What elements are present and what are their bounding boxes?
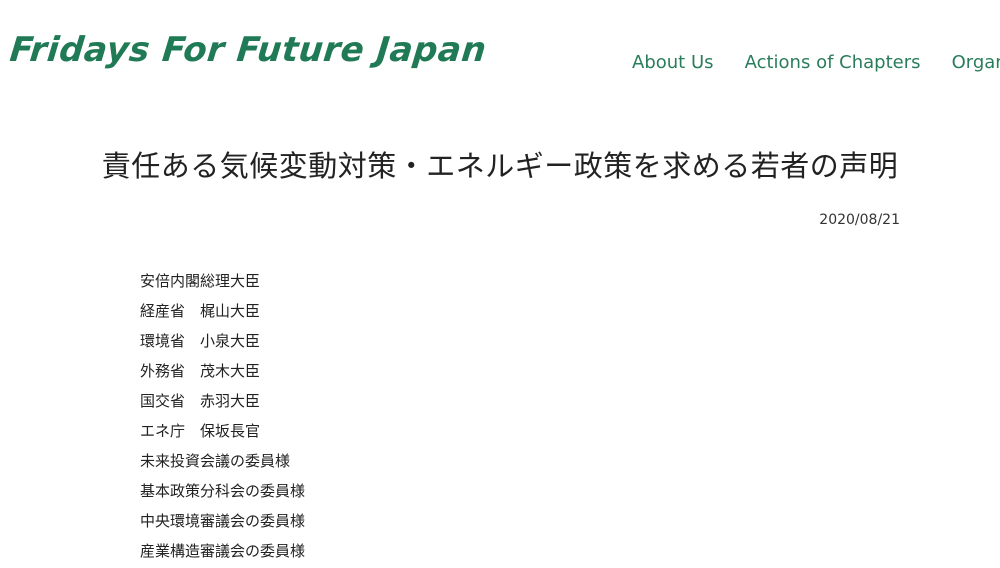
list-item: 外務省 茂木大臣 (140, 362, 261, 380)
list-item: 中央環境審議会の委員様 (140, 512, 306, 530)
list-item: 未来投資会議の委員様 (140, 452, 291, 470)
list-item: 安倍内閣総理大臣 (140, 272, 261, 290)
nav-item-actions-of-chapters[interactable]: Actions of Chapters (745, 52, 921, 73)
list-item: 環境省 小泉大臣 (140, 332, 261, 350)
list-item: 経産省 梶山大臣 (140, 302, 261, 320)
site-header: Fridays For Future Japan About Us Action… (0, 0, 1000, 120)
main-nav: About Us Actions of Chapters Organize (632, 52, 1000, 73)
list-item: 基本政策分科会の委員様 (140, 482, 306, 500)
list-item: エネ庁 保坂長官 (140, 422, 261, 440)
addressee-list: 安倍内閣総理大臣 経産省 梶山大臣 環境省 小泉大臣 外務省 茂木大臣 国交省 … (140, 268, 305, 568)
page-title: 責任ある気候変動対策・エネルギー政策を求める若者の声明 (101, 149, 899, 183)
publish-date: 2020/08/21 (819, 212, 900, 228)
list-item: 国交省 赤羽大臣 (140, 392, 261, 410)
nav-item-about-us[interactable]: About Us (632, 52, 714, 73)
site-logo[interactable]: Fridays For Future Japan (8, 30, 489, 70)
nav-item-organize[interactable]: Organize (952, 52, 1000, 73)
list-item: 産業構造審議会の委員様 (140, 542, 306, 560)
